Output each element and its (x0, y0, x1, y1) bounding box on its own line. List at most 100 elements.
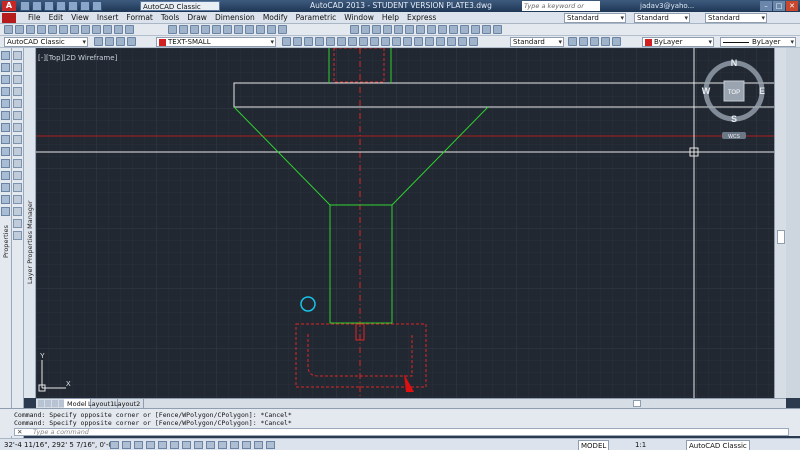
maximize-button[interactable]: □ (773, 1, 785, 11)
menu-parametric[interactable]: Parametric (296, 12, 345, 24)
menu-tools[interactable]: Tools (161, 12, 187, 24)
new-icon[interactable] (20, 1, 30, 11)
table-icon[interactable] (458, 37, 467, 46)
ellipse-arc-icon[interactable] (1, 171, 10, 180)
copy-icon[interactable] (81, 25, 90, 34)
insert-block-icon[interactable] (414, 37, 423, 46)
new-icon[interactable] (4, 25, 13, 34)
infer-constraints-icon[interactable] (110, 441, 119, 449)
lightbulb-icon[interactable] (105, 37, 114, 46)
user-account[interactable]: jadav3@yaho... (640, 0, 694, 12)
workspace-switcher[interactable]: AutoCAD Classic (140, 1, 220, 11)
line-icon[interactable] (315, 37, 324, 46)
chamfer-icon[interactable] (13, 207, 22, 216)
menu-express[interactable]: Express (407, 12, 444, 24)
rotate-icon[interactable] (13, 123, 22, 132)
save-icon[interactable] (26, 25, 35, 34)
move-icon[interactable] (13, 111, 22, 120)
menu-help[interactable]: Help (382, 12, 407, 24)
layer-walk-icon[interactable] (304, 37, 313, 46)
properties-icon[interactable] (212, 25, 221, 34)
remove-leader-icon[interactable] (590, 37, 599, 46)
linetype-select[interactable]: ByLayer (720, 37, 796, 47)
fillet-icon[interactable] (13, 219, 22, 228)
3d-osnap-icon[interactable] (182, 441, 191, 449)
compass-south[interactable]: S (731, 114, 737, 124)
vertical-scrollbar[interactable] (774, 48, 786, 398)
compass-east[interactable]: E (759, 86, 765, 96)
command-input[interactable]: ✕ Type a command (14, 428, 789, 436)
rectangle-icon[interactable] (348, 37, 357, 46)
help-icon[interactable] (278, 25, 287, 34)
close-button[interactable]: ✕ (786, 1, 798, 11)
object-snap-icon[interactable] (170, 441, 179, 449)
layer-previous-icon[interactable] (293, 37, 302, 46)
dim-radius-icon[interactable] (394, 25, 403, 34)
ellipse-icon[interactable] (1, 159, 10, 168)
line-icon[interactable] (1, 51, 10, 60)
save-icon[interactable] (44, 1, 54, 11)
next-tab-icon[interactable] (52, 400, 58, 407)
offset-icon[interactable] (13, 87, 22, 96)
revcloud-icon[interactable] (1, 135, 10, 144)
dim-angular-icon[interactable] (427, 25, 436, 34)
join-icon[interactable] (13, 195, 22, 204)
pan-icon[interactable] (168, 25, 177, 34)
vertical-scroll-thumb[interactable] (777, 230, 785, 244)
transparency-icon[interactable] (242, 441, 251, 449)
break-icon[interactable] (13, 183, 22, 192)
publish-icon[interactable] (59, 25, 68, 34)
quick-dim-icon[interactable] (438, 25, 447, 34)
close-icon[interactable]: ✕ (17, 429, 22, 436)
scale-icon[interactable] (13, 135, 22, 144)
zoom-window-icon[interactable] (190, 25, 199, 34)
paste-icon[interactable] (92, 25, 101, 34)
plot-icon[interactable] (68, 1, 78, 11)
compass-west[interactable]: W (702, 86, 711, 96)
object-snap-tracking-icon[interactable] (194, 441, 203, 449)
array-icon[interactable] (13, 99, 22, 108)
multileader-icon[interactable] (568, 37, 577, 46)
erase-icon[interactable] (13, 51, 22, 60)
polygon-icon[interactable] (337, 37, 346, 46)
open-icon[interactable] (15, 25, 24, 34)
ellipse-icon[interactable] (403, 37, 412, 46)
construction-line-icon[interactable] (1, 63, 10, 72)
menu-dimension[interactable]: Dimension (215, 12, 263, 24)
dim-edit-icon[interactable] (493, 25, 502, 34)
circle-icon[interactable] (370, 37, 379, 46)
workspace-select[interactable]: AutoCAD Classic (4, 37, 88, 47)
sheet-set-icon[interactable] (245, 25, 254, 34)
redo-icon[interactable] (92, 1, 102, 11)
table-style-select[interactable]: Standard (705, 13, 767, 23)
spline-icon[interactable] (1, 147, 10, 156)
dim-aligned-icon[interactable] (361, 25, 370, 34)
revcloud-icon[interactable] (381, 37, 390, 46)
arc-icon[interactable] (1, 111, 10, 120)
menu-window[interactable]: Window (344, 12, 382, 24)
preview-icon[interactable] (48, 25, 57, 34)
make-current-icon[interactable] (282, 37, 291, 46)
layer-select[interactable]: TEXT-SMALL (156, 37, 276, 47)
application-menu-button[interactable]: A (2, 1, 16, 11)
compass-north[interactable]: N (731, 58, 738, 68)
ortho-mode-icon[interactable] (146, 441, 155, 449)
polygon-icon[interactable] (1, 87, 10, 96)
stretch-icon[interactable] (13, 147, 22, 156)
trim-icon[interactable] (13, 159, 22, 168)
text-style-select[interactable]: Standard (564, 13, 626, 23)
properties-palette-tab[interactable]: Properties (0, 200, 12, 260)
rectangle-icon[interactable] (1, 99, 10, 108)
dim-linear-icon[interactable] (350, 25, 359, 34)
drawing-canvas[interactable]: TOP N S E W WCS Y X (36, 48, 774, 398)
snap-mode-icon[interactable] (122, 441, 131, 449)
undo-icon[interactable] (80, 1, 90, 11)
gradient-icon[interactable] (436, 37, 445, 46)
first-tab-icon[interactable] (38, 400, 44, 407)
menu-view[interactable]: View (71, 12, 97, 24)
markup-icon[interactable] (256, 25, 265, 34)
tool-palettes-icon[interactable] (234, 25, 243, 34)
copy-icon[interactable] (13, 63, 22, 72)
extend-icon[interactable] (13, 171, 22, 180)
selection-cycling-icon[interactable] (266, 441, 275, 449)
